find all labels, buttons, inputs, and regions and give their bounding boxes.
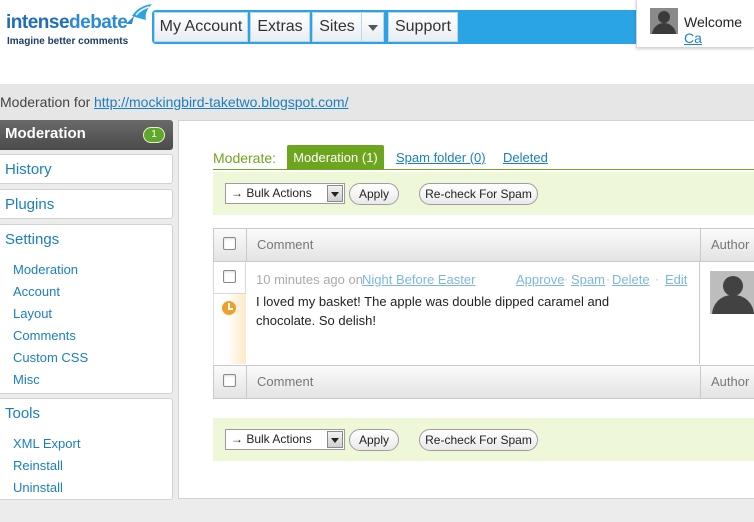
moderate-label: Moderate: bbox=[213, 150, 277, 166]
username-link[interactable]: Ca bbox=[684, 30, 702, 46]
nav-support[interactable]: Support bbox=[388, 12, 458, 42]
settings-link-layout[interactable]: Layout bbox=[13, 306, 52, 321]
site-url-link[interactable]: http://mockingbird-taketwo.blogspot.com/ bbox=[94, 94, 348, 110]
user-box: Welcome Ca bbox=[636, 0, 754, 48]
tab-underline bbox=[213, 169, 754, 170]
logo-wordmark-part2: debate bbox=[69, 12, 128, 33]
table-row: 10 minutes ago on Night Before Easter Ap… bbox=[213, 262, 754, 364]
settings-link-moderation[interactable]: Moderation bbox=[13, 262, 78, 277]
action-separator: · bbox=[655, 272, 659, 286]
recheck-spam-button-top[interactable]: Re-check For Spam bbox=[419, 183, 538, 205]
column-divider bbox=[700, 229, 701, 261]
apply-button-top[interactable]: Apply bbox=[349, 183, 399, 205]
welcome-text: Welcome Ca bbox=[684, 14, 754, 46]
sidebar-tools-panel: Tools XML Export Reinstall Uninstall bbox=[0, 398, 173, 500]
user-avatar-icon[interactable] bbox=[650, 8, 678, 34]
sidebar-item-moderation[interactable]: Moderation 1 bbox=[0, 120, 173, 150]
sidebar-item-moderation-label: Moderation bbox=[5, 125, 86, 142]
apply-button-bottom[interactable]: Apply bbox=[349, 429, 399, 451]
sidebar-item-tools[interactable]: Tools bbox=[5, 405, 40, 422]
settings-link-custom-css[interactable]: Custom CSS bbox=[13, 350, 88, 365]
action-separator: · bbox=[606, 272, 610, 286]
tab-moderation[interactable]: Moderation (1) bbox=[287, 145, 384, 170]
tab-deleted[interactable]: Deleted bbox=[503, 150, 548, 165]
column-divider bbox=[246, 366, 247, 398]
approve-link[interactable]: Approve bbox=[516, 272, 564, 287]
select-all-checkbox-top[interactable] bbox=[223, 237, 236, 250]
comments-table-header: Comment Author bbox=[213, 228, 754, 262]
sidebar-item-plugins-label: Plugins bbox=[5, 196, 55, 213]
action-separator: · bbox=[564, 272, 568, 286]
logo-wordmark-part1: intense bbox=[6, 12, 70, 33]
nav-my-account[interactable]: My Account bbox=[154, 12, 248, 42]
tools-link-reinstall[interactable]: Reinstall bbox=[13, 458, 63, 473]
comment-post-link[interactable]: Night Before Easter bbox=[362, 272, 475, 287]
chevron-down-icon bbox=[327, 185, 343, 202]
column-header-author: Author bbox=[711, 237, 750, 252]
nav-sites-dropdown-arrow[interactable] bbox=[362, 12, 384, 42]
row-select-checkbox[interactable] bbox=[223, 270, 236, 283]
author-avatar-icon[interactable] bbox=[710, 271, 754, 314]
sidebar-item-history-label: History bbox=[5, 161, 52, 178]
sidebar-item-settings[interactable]: Settings bbox=[5, 231, 59, 248]
tools-link-uninstall[interactable]: Uninstall bbox=[13, 480, 63, 495]
bulk-actions-select-top-value: → Bulk Actions bbox=[231, 186, 312, 200]
edit-link[interactable]: Edit bbox=[665, 272, 687, 287]
nav-extras[interactable]: Extras bbox=[250, 12, 310, 42]
bulk-actions-bar-top: → Bulk Actions Apply Re-check For Spam bbox=[213, 172, 754, 215]
recheck-spam-button-bottom[interactable]: Re-check For Spam bbox=[419, 429, 538, 451]
column-divider bbox=[246, 229, 247, 261]
logo-speech-icon bbox=[126, 4, 152, 24]
tools-link-xml-export[interactable]: XML Export bbox=[13, 436, 80, 451]
breadcrumb: Moderation for http://mockingbird-taketw… bbox=[0, 84, 754, 120]
sidebar-item-history[interactable]: History bbox=[0, 154, 173, 184]
column-divider bbox=[699, 262, 700, 364]
nav-sites[interactable]: Sites bbox=[312, 12, 362, 42]
settings-link-misc[interactable]: Misc bbox=[13, 372, 40, 387]
comments-table-footer: Comment Author bbox=[213, 365, 754, 399]
bulk-actions-bar-bottom: → Bulk Actions Apply Re-check For Spam bbox=[213, 418, 754, 461]
sidebar-item-plugins[interactable]: Plugins bbox=[0, 189, 173, 219]
welcome-label: Welcome bbox=[684, 14, 743, 30]
spam-link[interactable]: Spam bbox=[571, 272, 605, 287]
settings-link-comments[interactable]: Comments bbox=[13, 328, 76, 343]
row-checkbox-cell bbox=[213, 262, 246, 294]
moderation-count-badge: 1 bbox=[143, 127, 165, 143]
comment-time: 10 minutes ago on bbox=[256, 272, 363, 287]
breadcrumb-label: Moderation for bbox=[0, 94, 91, 110]
intensedebate-logo[interactable]: intensedebate Imagine better comments bbox=[6, 2, 152, 50]
bulk-actions-select-top[interactable]: → Bulk Actions bbox=[225, 183, 345, 204]
bulk-actions-select-bottom-value: → Bulk Actions bbox=[231, 432, 312, 446]
tab-spam-folder[interactable]: Spam folder (0) bbox=[396, 150, 486, 165]
settings-link-account[interactable]: Account bbox=[13, 284, 60, 299]
column-footer-comment: Comment bbox=[257, 374, 314, 389]
column-footer-author: Author bbox=[711, 374, 750, 389]
select-all-checkbox-bottom[interactable] bbox=[223, 374, 236, 387]
bulk-actions-select-bottom[interactable]: → Bulk Actions bbox=[225, 429, 345, 450]
delete-link[interactable]: Delete bbox=[612, 272, 650, 287]
column-header-comment: Comment bbox=[257, 237, 314, 252]
chevron-down-icon bbox=[327, 431, 343, 448]
sidebar-settings-panel: Settings Moderation Account Layout Comme… bbox=[0, 224, 173, 394]
comment-body: I loved my basket! The apple was double … bbox=[256, 294, 610, 328]
clock-icon bbox=[222, 301, 236, 315]
logo-tagline: Imagine better comments bbox=[7, 36, 129, 47]
column-divider bbox=[700, 366, 701, 398]
logo-wordmark: intensedebate bbox=[6, 12, 128, 34]
